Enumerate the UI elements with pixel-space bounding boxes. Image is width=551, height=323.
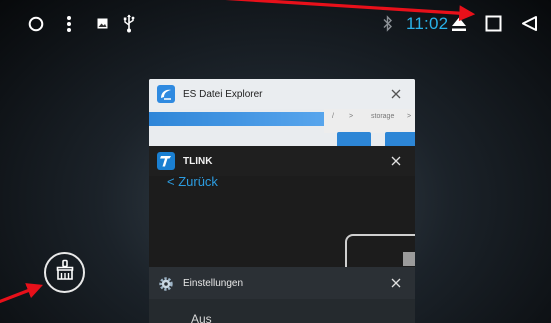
- es-breadcrumb-separator: >: [407, 113, 412, 120]
- home-circle-icon[interactable]: [28, 16, 44, 32]
- card-header: ES Datei Explorer: [149, 79, 415, 109]
- card-title: ES Datei Explorer: [183, 88, 263, 100]
- tlink-connector: [403, 252, 415, 266]
- close-icon[interactable]: [389, 154, 403, 168]
- status-clock: 11:02: [406, 14, 449, 33]
- recents-square-icon[interactable]: [485, 15, 502, 32]
- settings-gear-icon: [157, 275, 175, 293]
- broom-clear-all-icon: [54, 259, 76, 286]
- es-breadcrumb-storage[interactable]: storage: [371, 113, 394, 120]
- card-title: TLINK: [183, 155, 213, 167]
- es-breadcrumb-root[interactable]: /: [332, 113, 334, 120]
- more-vert-icon[interactable]: [64, 15, 74, 33]
- card-header: Einstellungen: [149, 267, 415, 299]
- card-header: TLINK: [149, 146, 415, 176]
- usb-icon: [123, 14, 135, 33]
- tlink-back-link[interactable]: < Zurück: [167, 174, 218, 189]
- close-icon[interactable]: [389, 87, 403, 101]
- es-path-bar: [324, 109, 415, 133]
- bluetooth-icon: [383, 15, 393, 32]
- recent-card-einstellungen[interactable]: Einstellungen Aus: [149, 267, 415, 323]
- settings-value: Aus: [191, 312, 212, 323]
- tlink-icon: [157, 152, 175, 170]
- close-icon[interactable]: [389, 276, 403, 290]
- card-title: Einstellungen: [183, 277, 244, 289]
- status-bar: 11:02: [0, 0, 551, 46]
- back-triangle-icon[interactable]: [521, 15, 538, 32]
- clear-all-button[interactable]: [44, 252, 85, 293]
- eject-icon[interactable]: [451, 16, 467, 32]
- image-notification-icon: [97, 18, 108, 29]
- es-file-explorer-icon: [157, 85, 175, 103]
- es-breadcrumb-separator: >: [349, 113, 354, 120]
- recent-apps-screen: 11:02 ES Datei Explorer / > storage > TL…: [0, 0, 551, 323]
